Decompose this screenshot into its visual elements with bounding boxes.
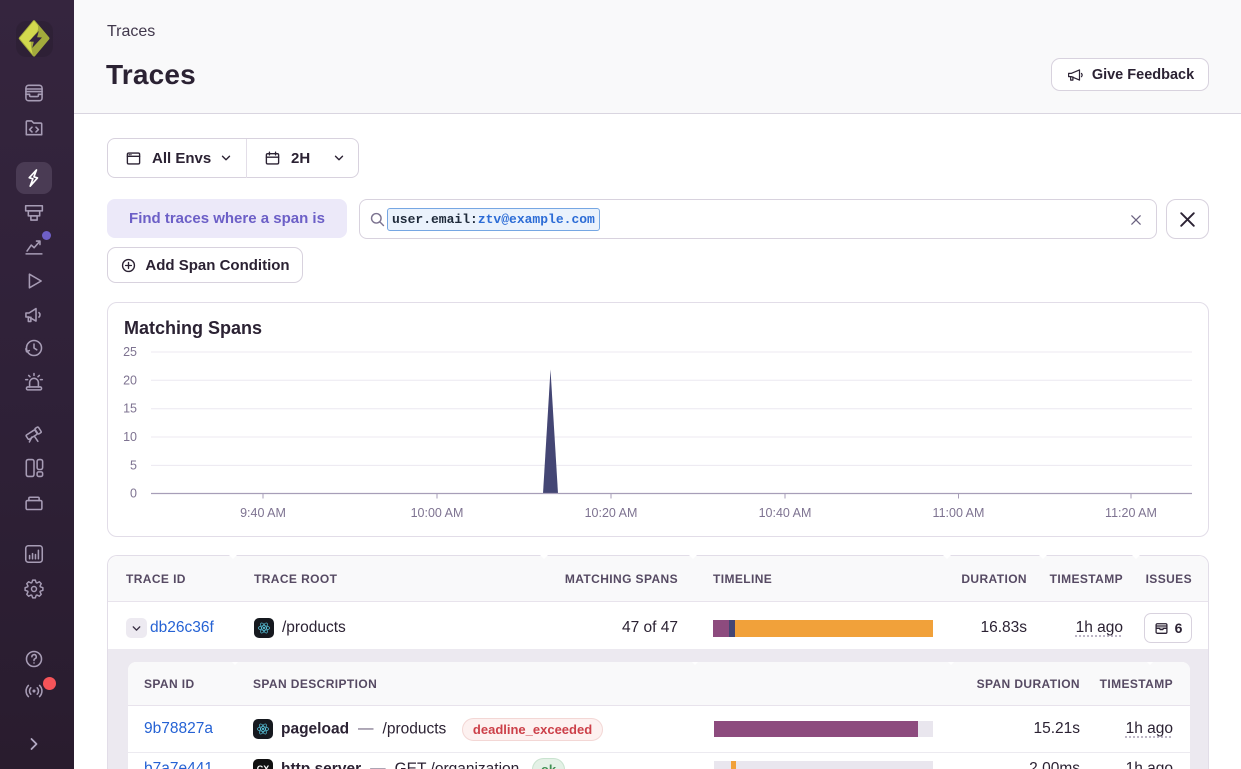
svg-text:10:00 AM: 10:00 AM (411, 506, 464, 520)
svg-text:25: 25 (123, 345, 137, 359)
svg-text:9:40 AM: 9:40 AM (240, 506, 286, 520)
svg-text:0: 0 (130, 487, 137, 501)
svg-text:11:20 AM: 11:20 AM (1105, 506, 1157, 520)
svg-text:5: 5 (130, 458, 137, 472)
svg-text:10:20 AM: 10:20 AM (585, 506, 638, 520)
svg-text:20: 20 (123, 373, 137, 387)
svg-text:15: 15 (123, 402, 137, 416)
svg-text:10: 10 (123, 430, 137, 444)
svg-text:11:00 AM: 11:00 AM (933, 506, 985, 520)
svg-text:10:40 AM: 10:40 AM (759, 506, 812, 520)
